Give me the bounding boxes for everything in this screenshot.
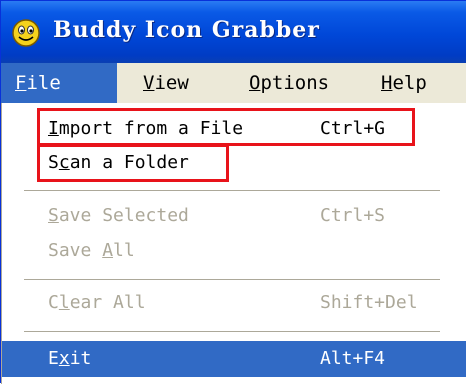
menu-view-mnemonic: V [143, 72, 155, 94]
title-bar[interactable]: Buddy Icon Grabber [1, 1, 466, 63]
menu-file[interactable]: File [1, 63, 117, 103]
menu-view[interactable]: View [143, 63, 189, 103]
menu-help-label: elp [392, 72, 427, 94]
menu-item-save-selected[interactable]: Save Selected Ctrl+S [22, 200, 462, 232]
menu-item-shortcut: Alt+F4 [320, 348, 386, 369]
app-window: Buddy Icon Grabber File View Options Hel… [0, 0, 466, 384]
menu-help[interactable]: Help [381, 63, 427, 103]
menu-file-label: ile [26, 72, 61, 94]
menu-item-label: Save Selected [48, 205, 189, 226]
menu-separator [24, 331, 440, 332]
menu-options-label: ptions [260, 72, 330, 94]
highlight-box-scan [37, 144, 229, 182]
menu-separator [24, 190, 440, 191]
menu-separator [24, 279, 440, 280]
smiley-face-icon [12, 19, 40, 47]
menu-item-save-all[interactable]: Save All [22, 235, 462, 267]
menu-help-mnemonic: H [381, 72, 393, 94]
menu-item-clear-all[interactable]: Clear All Shift+Del [22, 287, 462, 319]
menu-options[interactable]: Options [249, 63, 329, 103]
menu-file-mnemonic: F [15, 72, 27, 94]
menu-item-exit[interactable]: Exit Alt+F4 [2, 341, 466, 377]
highlight-box-import [37, 108, 415, 146]
window-title: Buddy Icon Grabber [53, 17, 320, 43]
menu-item-label: Clear All [48, 292, 146, 313]
menu-view-label: iew [154, 72, 189, 94]
menu-item-shortcut: Ctrl+S [320, 205, 386, 226]
menu-item-label: Exit [48, 348, 92, 369]
menu-options-mnemonic: O [249, 72, 261, 94]
menu-item-shortcut: Shift+Del [320, 292, 418, 313]
menu-bar: File View Options Help [1, 63, 466, 104]
menu-item-label: Save All [48, 240, 135, 261]
